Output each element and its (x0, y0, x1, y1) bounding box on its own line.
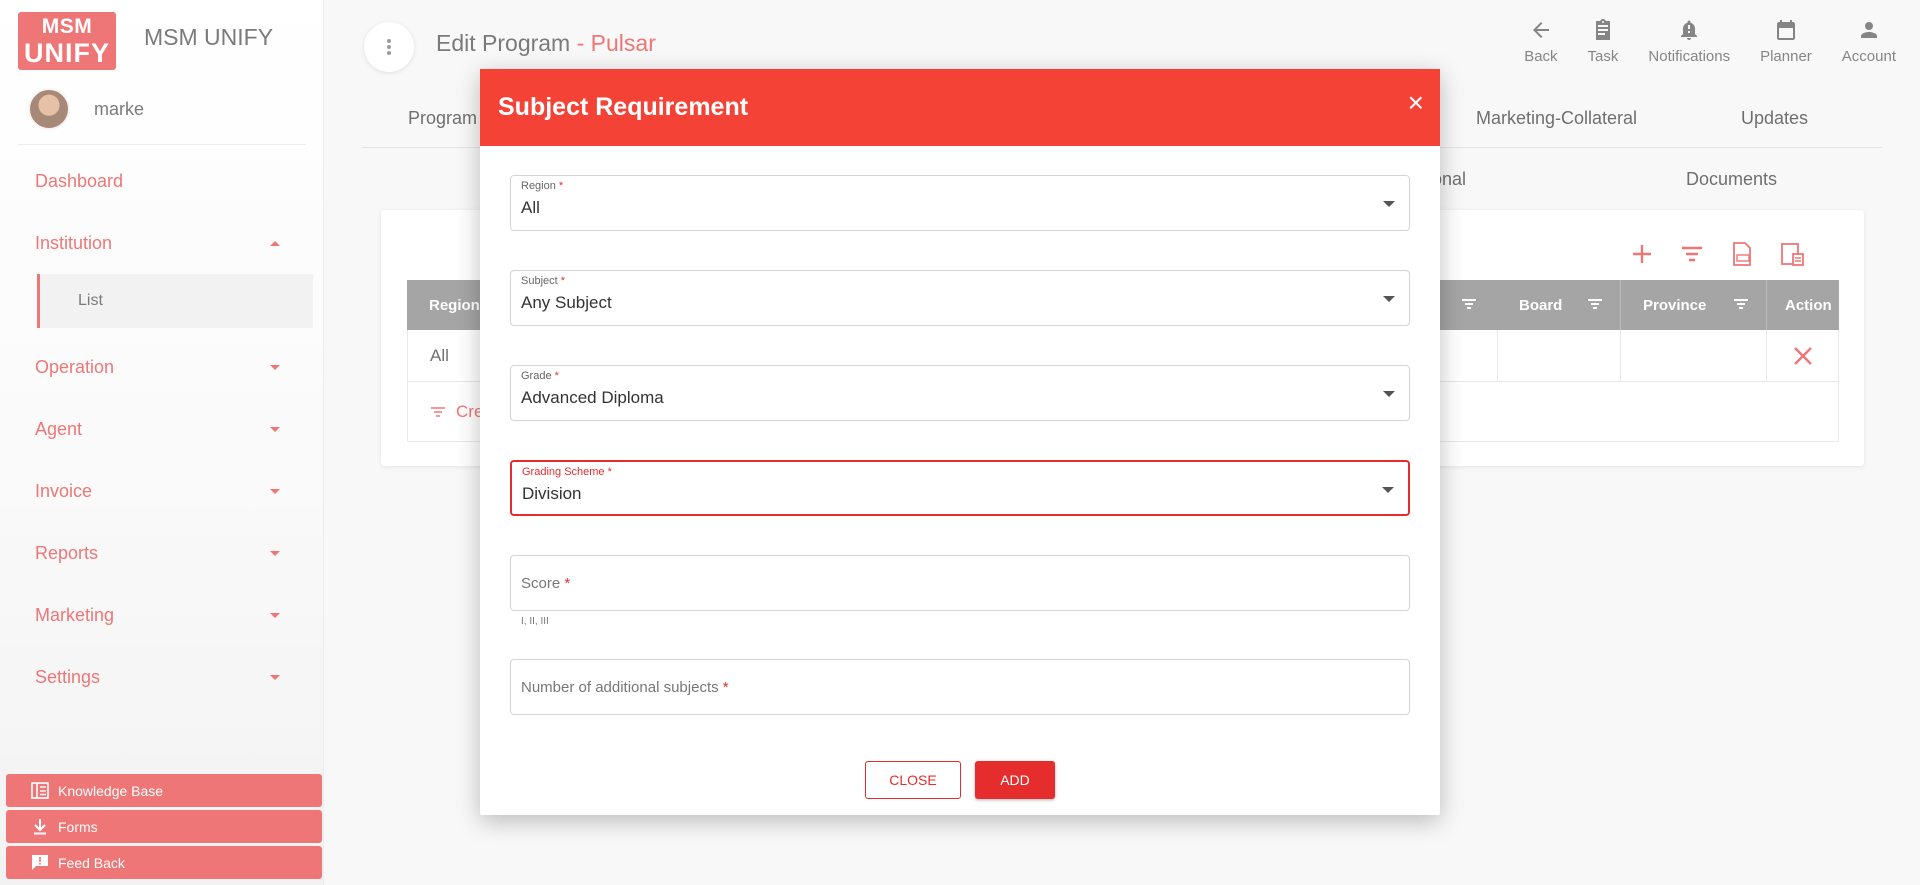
grade-label: Grade * (521, 370, 559, 382)
required-mark: * (722, 679, 729, 696)
required-mark: * (558, 180, 564, 192)
subject-value: Any Subject (521, 293, 612, 312)
grade-value: Advanced Diploma (521, 388, 664, 407)
region-value: All (521, 198, 540, 217)
subject-label-text: Subject (521, 275, 558, 287)
required-mark: * (560, 275, 566, 287)
dropdown-arrow-icon (1383, 296, 1395, 302)
grading-scheme-value: Division (522, 484, 582, 503)
grading-scheme-label: Grading Scheme * (522, 466, 612, 478)
dialog-actions: CLOSE ADD (480, 761, 1440, 799)
dropdown-arrow-icon (1383, 391, 1395, 397)
additional-subjects-placeholder-text: Number of additional subjects (521, 679, 719, 696)
grading-scheme-select[interactable]: Grading Scheme * Division (510, 460, 1410, 516)
subject-requirement-dialog: Subject Requirement × Region * All Subje… (480, 69, 1440, 815)
subject-select[interactable]: Subject * Any Subject (510, 270, 1410, 326)
required-mark: * (607, 466, 612, 478)
grade-label-text: Grade (521, 370, 552, 382)
required-mark: * (564, 575, 571, 592)
score-placeholder: Score * (521, 575, 570, 592)
dropdown-arrow-icon (1382, 487, 1394, 493)
additional-subjects-input[interactable]: Number of additional subjects * (510, 659, 1410, 715)
grade-select[interactable]: Grade * Advanced Diploma (510, 365, 1410, 421)
score-input[interactable]: Score * (510, 555, 1410, 611)
score-placeholder-text: Score (521, 575, 561, 592)
region-label-text: Region (521, 180, 556, 192)
dropdown-arrow-icon (1383, 201, 1395, 207)
add-button[interactable]: ADD (975, 761, 1055, 799)
score-hint: I, II, III (521, 616, 549, 627)
dialog-header: Subject Requirement × (480, 69, 1440, 146)
subject-label: Subject * (521, 275, 565, 287)
close-button[interactable]: CLOSE (865, 761, 961, 799)
region-label: Region * (521, 180, 563, 192)
grading-scheme-label-text: Grading Scheme (522, 466, 605, 478)
additional-subjects-placeholder: Number of additional subjects * (521, 679, 729, 696)
region-select[interactable]: Region * All (510, 175, 1410, 231)
required-mark: * (554, 370, 559, 382)
dialog-title: Subject Requirement (498, 93, 749, 121)
dialog-close-icon[interactable]: × (1408, 87, 1424, 119)
